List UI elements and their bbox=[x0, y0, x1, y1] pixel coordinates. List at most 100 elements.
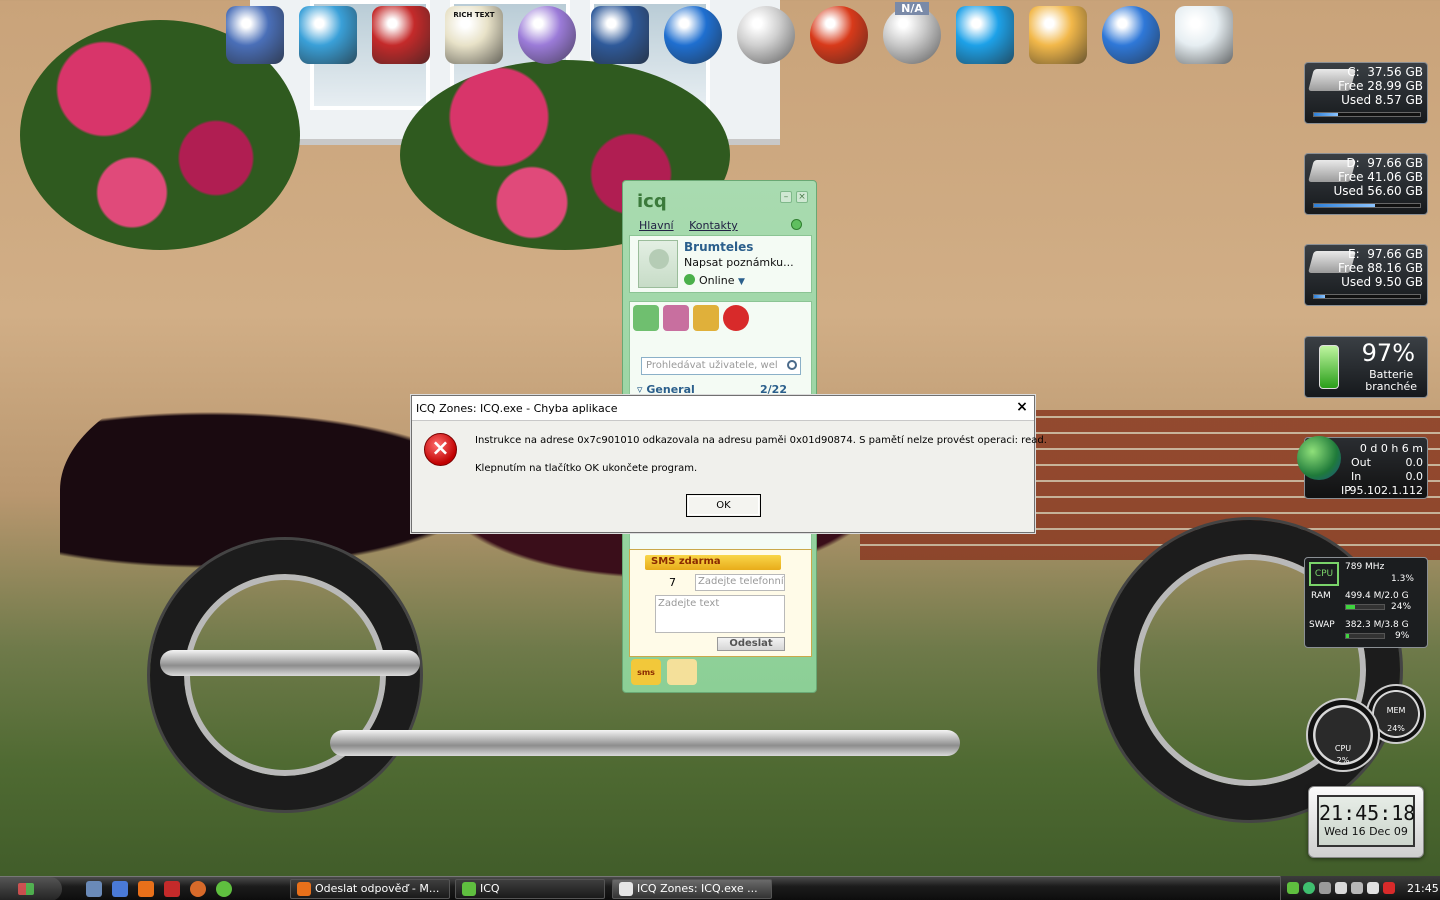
mask-icon[interactable] bbox=[663, 305, 689, 331]
disc-burner-icon-shape bbox=[737, 6, 795, 64]
network-out-value: 0.0 bbox=[1405, 456, 1424, 469]
volume-tray-icon[interactable] bbox=[1351, 882, 1363, 894]
error-icon: × bbox=[424, 433, 457, 466]
icq-sms-send-button[interactable]: Odeslat bbox=[717, 637, 785, 651]
firefox-icon[interactable] bbox=[138, 880, 154, 897]
show-desktop-icon[interactable] bbox=[86, 880, 102, 897]
my-computer-icon[interactable] bbox=[222, 0, 288, 70]
icq-flower-icon[interactable] bbox=[216, 880, 232, 897]
trillian-icon-shape bbox=[299, 6, 357, 64]
icq-username[interactable]: Brumteles bbox=[684, 240, 753, 254]
mail-icon[interactable] bbox=[1025, 0, 1091, 70]
wallpaper-exhaust bbox=[160, 650, 420, 676]
icq-sms-text-input[interactable]: Zadejte text bbox=[655, 595, 785, 633]
icq-search-placeholder: Prohledávat uživatele, wel bbox=[646, 360, 778, 371]
trillian-icon[interactable] bbox=[295, 0, 361, 70]
firefox-icon bbox=[297, 882, 311, 896]
taskbar-button[interactable]: ICQ Zones: ICQ.exe ... bbox=[612, 879, 772, 899]
music-player-icon-shape bbox=[518, 6, 576, 64]
icq-bottom-tabs: sms bbox=[631, 659, 697, 685]
close-icon[interactable]: × bbox=[1014, 400, 1030, 416]
network-tray-icon[interactable] bbox=[1319, 882, 1331, 894]
start-button[interactable] bbox=[0, 876, 62, 900]
mail-icon-shape bbox=[1029, 6, 1087, 64]
dialog-instruction: Klepnutím na tlačítko OK ukončete progra… bbox=[475, 463, 698, 474]
icq-status-label: Online bbox=[699, 274, 735, 287]
drive-gadget: E: 97.66 GB Free 88.16 GB Used 9.50 GB bbox=[1304, 244, 1428, 306]
acrobat-tray-icon[interactable] bbox=[1383, 882, 1395, 894]
drive-gadget: D: 97.66 GB Free 41.06 GB Used 56.60 GB bbox=[1304, 153, 1428, 215]
quick-launch bbox=[86, 880, 232, 897]
games-icon[interactable] bbox=[633, 305, 659, 331]
icq-sms-prefix[interactable]: 7 bbox=[669, 576, 676, 589]
drive-usage-fill bbox=[1314, 204, 1376, 207]
system-monitor-gadget: CPU 789 MHz 1.3% RAM 499.4 M/2.0 G 24% S… bbox=[1304, 557, 1428, 648]
network-gadget: 0 d 0 h 6 m Out 0.0 In 0.0 IP 95.102.1.1… bbox=[1297, 436, 1428, 499]
drive-usage-bar bbox=[1313, 203, 1421, 208]
safely-remove-tray-icon[interactable] bbox=[1335, 882, 1347, 894]
drive-usage-bar bbox=[1313, 294, 1421, 299]
ram-percent: 24% bbox=[1391, 602, 1412, 612]
icq-search-input[interactable]: Prohledávat uživatele, wel bbox=[641, 357, 801, 375]
swap-percent: 9% bbox=[1395, 631, 1410, 641]
photo-viewer-icon[interactable] bbox=[587, 0, 653, 70]
ccleaner-icon-shape bbox=[810, 6, 868, 64]
save-floppy-icon[interactable] bbox=[368, 0, 434, 70]
taskbar-button-label: Odeslat odpověď - M... bbox=[315, 882, 440, 895]
icq-sms-phone-input[interactable]: Zadejte telefonní bbox=[695, 574, 785, 591]
rich-text-editor-icon[interactable]: RICH TEXT bbox=[441, 0, 507, 70]
search-icon[interactable] bbox=[787, 360, 797, 370]
swap-bar bbox=[1345, 633, 1385, 639]
battery-status: Batterie branchée bbox=[1365, 369, 1417, 393]
firefox-icon[interactable] bbox=[1098, 0, 1164, 70]
icq-status-selector[interactable]: Online ▼ bbox=[684, 274, 745, 287]
music-player-icon[interactable] bbox=[514, 0, 580, 70]
power-tray-icon[interactable] bbox=[1367, 882, 1379, 894]
cpu-chip-icon: CPU bbox=[1309, 562, 1339, 586]
battery-icon bbox=[1319, 345, 1339, 389]
error-dialog: ICQ Zones: ICQ.exe - Chyba aplikace × × … bbox=[411, 395, 1047, 533]
avatar[interactable] bbox=[638, 240, 678, 288]
taskbar-button[interactable]: Odeslat odpověď - M... bbox=[290, 879, 450, 899]
network-uptime: 0 d 0 h 6 m bbox=[1359, 442, 1423, 455]
dialog-titlebar[interactable]: ICQ Zones: ICQ.exe - Chyba aplikace × bbox=[412, 396, 1034, 421]
status-tray-icon[interactable] bbox=[1303, 882, 1315, 894]
na-weather-icon[interactable]: N/A bbox=[879, 0, 945, 70]
help-heart-icon[interactable] bbox=[723, 305, 749, 331]
icq-note[interactable]: Napsat poznámku... bbox=[684, 256, 794, 269]
coins-icon[interactable] bbox=[693, 305, 719, 331]
icq-status-icon[interactable] bbox=[791, 219, 802, 230]
cpu-gauge: CPU 2% bbox=[1306, 698, 1380, 772]
taskbar-clock[interactable]: 21:45 bbox=[1407, 882, 1439, 895]
recycle-bin-icon-shape bbox=[1175, 6, 1233, 64]
taskbar-button[interactable]: ICQ bbox=[455, 879, 605, 899]
mail-icon[interactable] bbox=[667, 659, 697, 685]
skype-icon[interactable] bbox=[952, 0, 1018, 70]
icq-tab-main[interactable]: Hlavní bbox=[639, 219, 674, 232]
icq-minimize-button[interactable]: – bbox=[780, 191, 792, 203]
ccleaner-icon[interactable] bbox=[806, 0, 872, 70]
floppy-icon[interactable] bbox=[164, 880, 180, 897]
icq-close-button[interactable]: × bbox=[796, 191, 808, 203]
dialog-title: ICQ Zones: ICQ.exe - Chyba aplikace bbox=[416, 402, 618, 415]
drive-free: Free 88.16 GB bbox=[1338, 261, 1423, 275]
ie-icon[interactable] bbox=[112, 880, 128, 897]
icq-tray-icon[interactable] bbox=[1287, 882, 1299, 894]
chevron-down-icon: ▼ bbox=[737, 277, 745, 287]
drive-label: C: bbox=[1347, 65, 1360, 79]
ok-button[interactable]: OK bbox=[686, 494, 761, 517]
disc-burner-icon[interactable] bbox=[733, 0, 799, 70]
cpu-gauge-label: CPU bbox=[1334, 744, 1352, 753]
sms-icon[interactable]: sms bbox=[631, 659, 661, 685]
recycle-bin-icon[interactable] bbox=[1171, 0, 1237, 70]
google-earth-icon[interactable] bbox=[660, 0, 726, 70]
google-earth-icon-shape bbox=[664, 6, 722, 64]
browser-icon[interactable] bbox=[190, 880, 206, 897]
icq-apps bbox=[633, 305, 749, 331]
drive-usage-bar bbox=[1313, 112, 1421, 117]
icq-logo: icq bbox=[637, 191, 667, 212]
save-floppy-icon-shape bbox=[372, 6, 430, 64]
clock-face: 21:45:18 Wed 16 Dec 09 bbox=[1317, 795, 1415, 847]
ram-label: RAM bbox=[1311, 591, 1331, 601]
icq-tab-contacts[interactable]: Kontakty bbox=[689, 219, 738, 232]
